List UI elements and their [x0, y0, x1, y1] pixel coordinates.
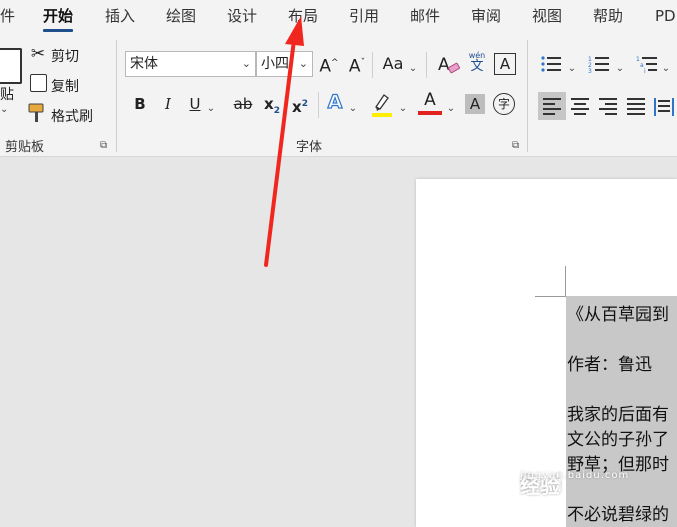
grow-font-glyph: A: [319, 56, 332, 77]
doc-body-line[interactable]: 我家的后面有: [567, 400, 669, 425]
watermark-url: jingyan.baidu.com: [520, 470, 630, 481]
margin-corner-mark: [565, 266, 566, 296]
svg-text:i: i: [644, 68, 646, 74]
format-painter-button[interactable]: 格式刷: [51, 106, 93, 126]
bullets-icon[interactable]: [540, 54, 562, 74]
chevron-down-icon[interactable]: ⌄: [299, 52, 308, 76]
tab-file[interactable]: 件: [0, 0, 15, 34]
bold-button[interactable]: B: [130, 94, 150, 114]
phonetic-guide-button[interactable]: wén 文: [466, 50, 488, 74]
superscript-button[interactable]: x2: [290, 94, 310, 117]
doc-author-line[interactable]: 作者：鲁迅: [567, 350, 652, 375]
tab-view[interactable]: 视图: [532, 0, 562, 34]
tab-insert[interactable]: 插入: [105, 0, 135, 34]
strikethrough-button[interactable]: ab: [230, 94, 256, 114]
font-size-combo[interactable]: 小四 ⌄: [256, 51, 313, 77]
justify-icon[interactable]: [624, 92, 648, 120]
clipboard-group-label: 剪贴板: [5, 140, 45, 155]
tab-pdf[interactable]: PD: [655, 0, 676, 34]
font-name-value: 宋体: [130, 56, 158, 72]
underline-dropdown[interactable]: ⌄: [206, 96, 216, 119]
font-color-glyph: A: [424, 90, 436, 110]
font-color-dropdown[interactable]: ⌄: [444, 96, 458, 119]
phonetic-bottom: 文: [470, 59, 484, 74]
change-case-button[interactable]: Aa: [380, 54, 406, 74]
font-name-combo[interactable]: 宋体 ⌄: [125, 51, 256, 77]
scissors-icon: ✂: [30, 44, 46, 64]
align-left-icon[interactable]: [538, 92, 566, 120]
align-center-icon[interactable]: [568, 92, 592, 120]
doc-title-line[interactable]: 《从百草园到: [567, 300, 669, 325]
highlight-color-dropdown[interactable]: ⌄: [396, 96, 410, 119]
clipboard-dialog-launcher-icon[interactable]: ⧉: [100, 140, 107, 151]
character-shading-button[interactable]: A: [465, 94, 485, 114]
italic-button[interactable]: I: [158, 94, 178, 114]
font-group-label: 字体: [296, 140, 323, 155]
cut-button[interactable]: 剪切: [51, 46, 79, 66]
tab-home[interactable]: 开始: [43, 0, 74, 34]
font-color-button[interactable]: A: [418, 91, 442, 115]
margin-corner-mark: [535, 296, 566, 297]
svg-text:A: A: [438, 55, 450, 75]
paste-dropdown-caret[interactable]: ⌄: [0, 104, 8, 115]
font-dialog-launcher-icon[interactable]: ⧉: [512, 140, 519, 151]
subscript-glyph: x: [264, 95, 274, 113]
align-right-icon[interactable]: [596, 92, 620, 120]
format-painter-icon: [28, 103, 44, 122]
numbering-dropdown[interactable]: ⌄: [614, 56, 626, 79]
multilevel-list-icon[interactable]: 1 a i: [636, 54, 658, 74]
bullets-dropdown[interactable]: ⌄: [566, 56, 578, 79]
superscript-glyph: x: [292, 98, 302, 116]
svg-text:3: 3: [588, 68, 592, 74]
grow-font-button[interactable]: A^: [318, 53, 340, 77]
group-separator: [527, 40, 528, 152]
shrink-font-glyph: A: [348, 56, 361, 77]
numbering-icon[interactable]: 1 2 3: [588, 54, 610, 74]
doc-body-line[interactable]: 不必说碧绿的: [567, 500, 669, 525]
font-size-value: 小四: [261, 56, 289, 72]
underline-button[interactable]: U: [185, 94, 205, 114]
multilevel-dropdown[interactable]: ⌄: [660, 56, 672, 79]
group-separator: [116, 40, 117, 152]
doc-body-line[interactable]: 文公的子孙了: [567, 425, 669, 450]
subscript-button[interactable]: x2: [262, 94, 282, 121]
clear-formatting-icon[interactable]: A: [437, 53, 461, 75]
font-color-swatch: [418, 111, 442, 115]
character-border-button[interactable]: A: [494, 53, 516, 75]
ribbon-tab-bar: 件 开始 插入 绘图 设计 布局 引用 邮件 审阅 视图 帮助 PD: [0, 0, 677, 34]
chevron-down-icon[interactable]: ⌄: [242, 52, 251, 76]
separator: [318, 92, 319, 118]
tab-review[interactable]: 审阅: [471, 0, 501, 34]
ribbon: 贴 ⌄ ✂ 剪切 复制 格式刷 剪贴板 ⧉ 宋体 ⌄ 小四 ⌄ A^ Aˇ Aa…: [0, 34, 677, 157]
separator: [372, 52, 373, 78]
text-effects-button[interactable]: A: [324, 91, 346, 112]
tab-design[interactable]: 设计: [227, 0, 257, 34]
text-effects-dropdown[interactable]: ⌄: [348, 96, 358, 119]
paste-button-label[interactable]: 贴: [0, 84, 14, 104]
separator: [426, 52, 427, 78]
tab-draw[interactable]: 绘图: [166, 0, 196, 34]
highlight-color-icon[interactable]: [370, 92, 394, 118]
tab-layout[interactable]: 布局: [288, 0, 318, 34]
tab-references[interactable]: 引用: [349, 0, 379, 34]
subscript-mark: 2: [273, 106, 280, 116]
tab-mailings[interactable]: 邮件: [410, 0, 440, 34]
shrink-font-button[interactable]: Aˇ: [346, 53, 368, 77]
superscript-mark: 2: [301, 99, 308, 109]
paste-icon[interactable]: [0, 48, 22, 84]
change-case-dropdown[interactable]: ⌄: [408, 56, 418, 79]
watermark: Bai ✿ 经验 jingyan.baidu.com: [520, 470, 630, 498]
copy-icon: [30, 74, 47, 92]
copy-button[interactable]: 复制: [51, 76, 79, 96]
distributed-align-icon[interactable]: [652, 92, 676, 120]
enclose-characters-button[interactable]: 字: [493, 93, 515, 115]
tab-help[interactable]: 帮助: [593, 0, 623, 34]
